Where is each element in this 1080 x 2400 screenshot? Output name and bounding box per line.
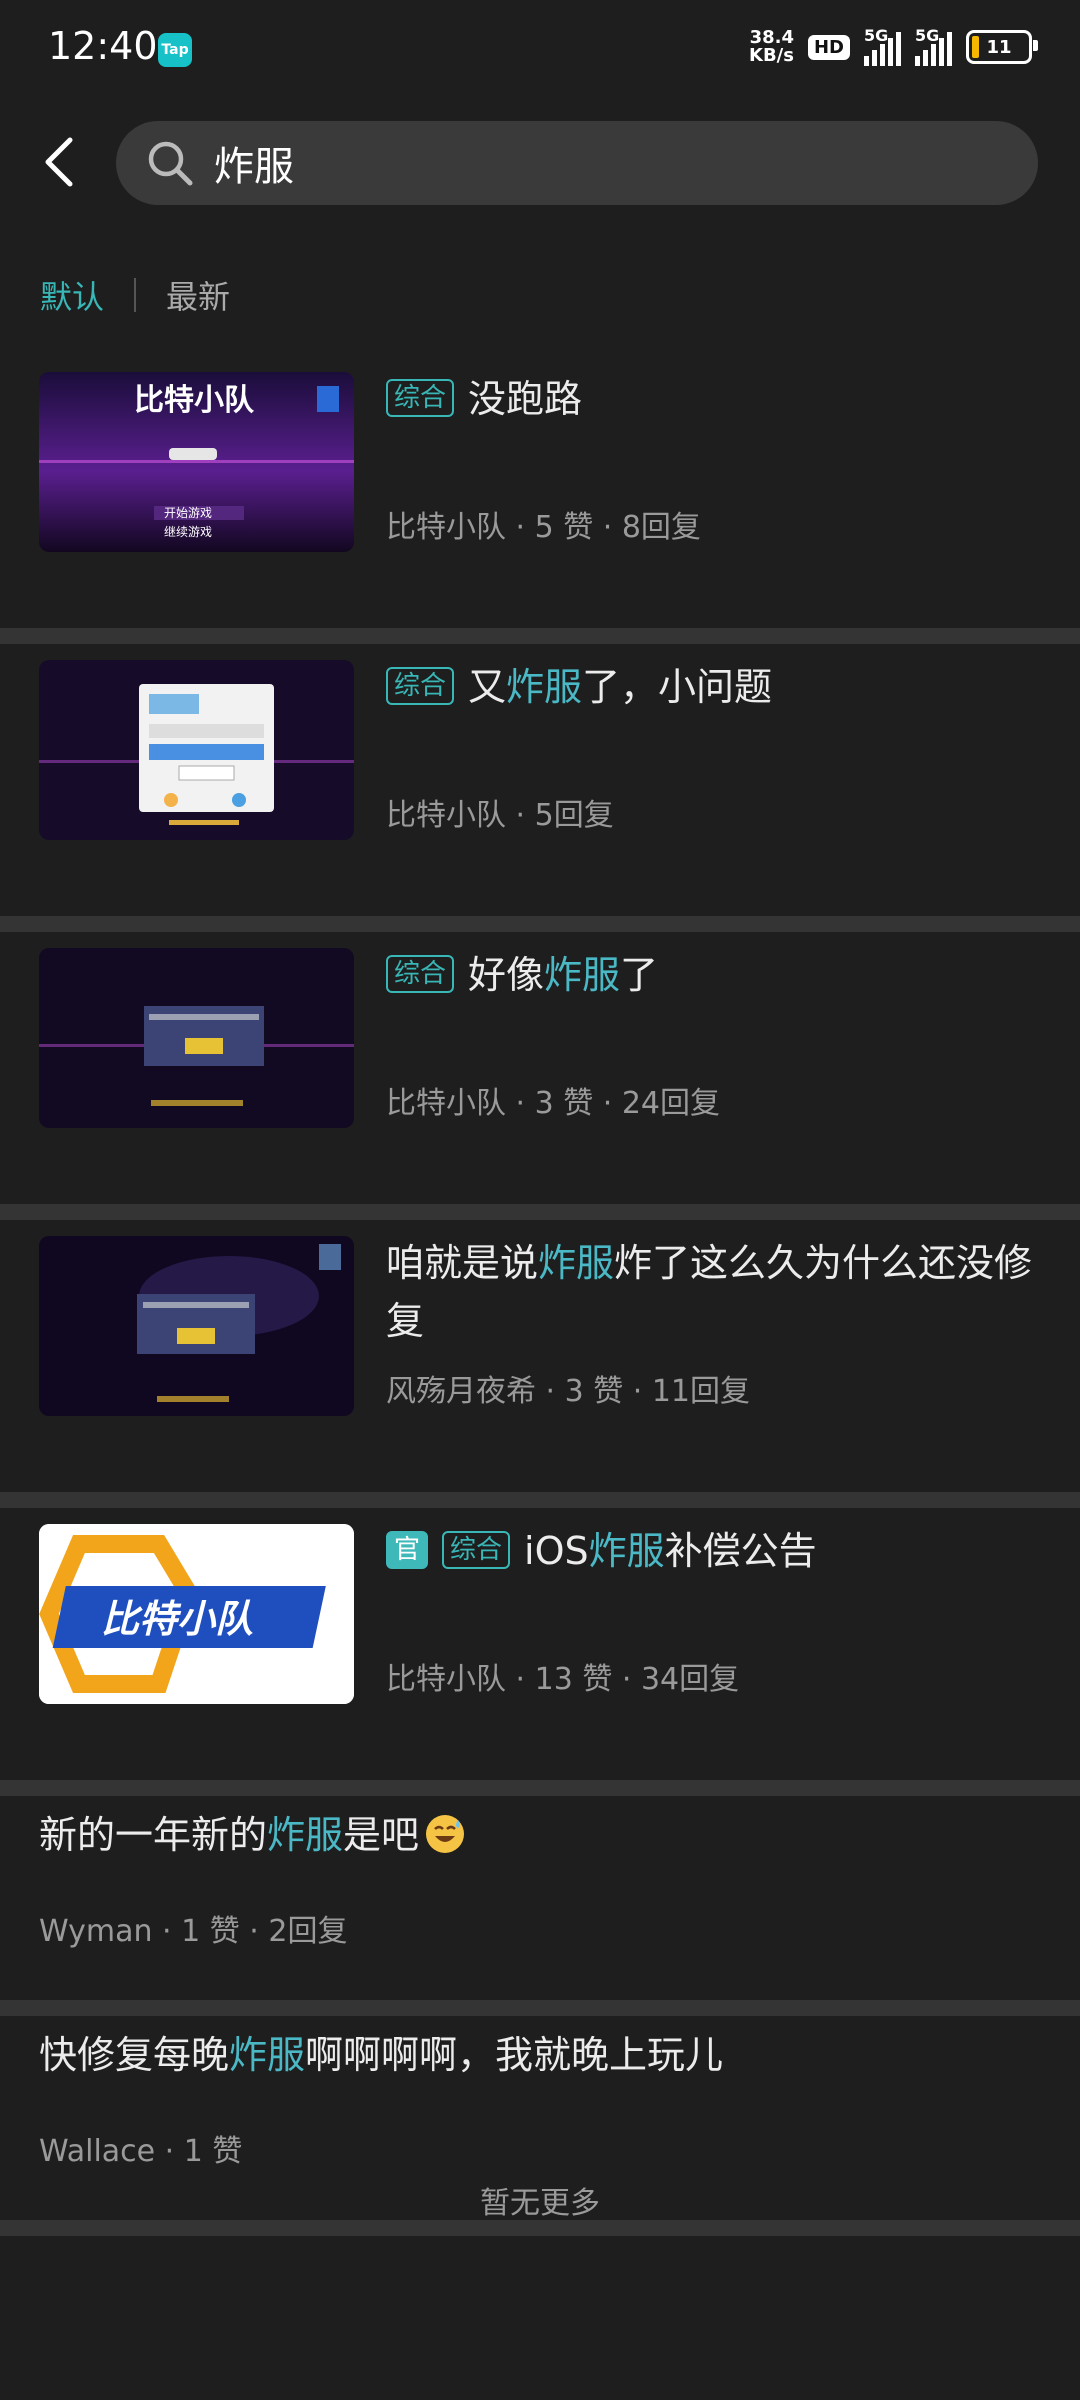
svg-text:继续游戏: 继续游戏 (164, 525, 212, 539)
post-meta: Wyman · 1 赞 · 2回复 (39, 1914, 348, 1949)
reply-count: 8回复 (621, 510, 701, 545)
game-logo-image: 比特小队 (39, 1524, 354, 1704)
post-title: 快修复每晚炸服啊啊啊啊，我就晚上玩儿 (39, 2033, 724, 2077)
category-tag: 综合 (386, 378, 455, 417)
sort-tabs: 默认 最新 (40, 272, 230, 318)
post-title: 综合 好像炸服了 (386, 946, 1040, 1004)
post-title: 综合 又炸服了，小问题 (386, 658, 1040, 716)
end-of-list-text: 暂无更多 (480, 2186, 600, 2221)
post-item[interactable]: 比特小队 官综合 iOS炸服补偿公告 比特小队 · 13 赞 · 34回复 (0, 1522, 1080, 1780)
divider (0, 1204, 1080, 1220)
back-button[interactable] (36, 132, 86, 192)
post-item[interactable]: 咱就是说炸服炸了这么久为什么还没修复 风殇月夜希 · 3 赞 · 11回复 (0, 1234, 1080, 1492)
like-count: 13 赞 (534, 1662, 613, 1697)
svg-text:开始游戏: 开始游戏 (164, 506, 212, 520)
category-tag: 综合 (386, 954, 455, 993)
post-meta: 比特小队 · 13 赞 · 34回复 (386, 1662, 740, 1697)
post-thumbnail[interactable] (39, 948, 354, 1128)
sweat-smile-emoji-icon (426, 1815, 465, 1853)
post-item[interactable]: 综合 又炸服了，小问题 比特小队 · 5回复 (0, 658, 1080, 916)
error-dialog-screen-image (39, 948, 354, 1128)
author-name[interactable]: Wallace (39, 2134, 155, 2169)
tab-divider (134, 278, 137, 312)
category-tag: 综合 (442, 1530, 511, 1569)
divider (0, 1780, 1080, 1796)
reply-count: 5回复 (534, 798, 614, 833)
like-count: 1 赞 (183, 2134, 243, 2169)
status-time: 12:40 (48, 24, 158, 68)
divider (0, 1492, 1080, 1508)
reply-count: 24回复 (621, 1086, 721, 1121)
signal-icon-1: 5G (864, 26, 901, 66)
author-name[interactable]: Wyman (39, 1914, 153, 1949)
author-name[interactable]: 比特小队 (386, 798, 506, 833)
status-indicators: 38.4 KB/s HD 5G 5G 11 (749, 26, 1038, 66)
tab-default[interactable]: 默认 (40, 272, 104, 318)
network-speed: 38.4 KB/s (749, 27, 794, 66)
hd-voice-icon: HD (807, 34, 850, 60)
divider (0, 628, 1080, 644)
divider (0, 916, 1080, 932)
like-count: 5 赞 (534, 510, 594, 545)
author-name[interactable]: 风殇月夜希 (386, 1374, 536, 1409)
like-count: 3 赞 (564, 1374, 624, 1409)
post-item[interactable]: 综合 好像炸服了 比特小队 · 3 赞 · 24回复 (0, 946, 1080, 1204)
search-results-list: 比特小队 开始游戏 继续游戏 综合 没跑路 比特小队 · 5 赞 · 8回复 综… (0, 370, 1080, 2236)
search-bar[interactable] (116, 121, 1038, 205)
error-dialog-screen-image (39, 1236, 354, 1416)
official-badge: 官 (386, 1530, 429, 1569)
author-name[interactable]: 比特小队 (386, 510, 506, 545)
battery-icon: 11 (966, 30, 1038, 64)
logo-text: 比特小队 (101, 1597, 253, 1641)
status-bar: 12:40 Tap 38.4 KB/s HD 5G 5G 11 (0, 0, 1080, 100)
game-start-screen-image: 比特小队 开始游戏 继续游戏 (39, 372, 354, 552)
post-item[interactable]: 新的一年新的炸服是吧 Wyman · 1 赞 · 2回复 (0, 1796, 1080, 2000)
author-name[interactable]: 比特小队 (386, 1086, 506, 1121)
author-name[interactable]: 比特小队 (386, 1662, 506, 1697)
search-input[interactable] (212, 139, 916, 187)
reply-count: 11回复 (651, 1374, 751, 1409)
back-arrow-icon (45, 137, 73, 187)
signal-icon-2: 5G (915, 26, 952, 66)
search-icon (148, 141, 193, 186)
taptap-notification-icon: Tap (158, 33, 192, 67)
post-meta: 比特小队 · 5 赞 · 8回复 (386, 510, 701, 545)
game-title-text: 比特小队 (134, 383, 255, 418)
post-title: 咱就是说炸服炸了这么久为什么还没修复 (386, 1241, 1033, 1343)
divider (0, 2000, 1080, 2016)
post-title: 新的一年新的炸服是吧 (39, 1806, 1040, 1864)
post-meta: 比特小队 · 3 赞 · 24回复 (386, 1086, 721, 1121)
reply-count: 34回复 (640, 1662, 740, 1697)
post-meta: 风殇月夜希 · 3 赞 · 11回复 (386, 1374, 751, 1409)
post-thumbnail[interactable]: 比特小队 开始游戏 继续游戏 (39, 372, 354, 552)
like-count: 1 赞 (181, 1914, 240, 1949)
login-dialog-screen-image (39, 660, 354, 840)
reply-count: 2回复 (268, 1914, 348, 1949)
post-thumbnail[interactable]: 比特小队 (39, 1524, 354, 1704)
category-tag: 综合 (386, 666, 455, 705)
like-count: 3 赞 (534, 1086, 594, 1121)
post-meta: 比特小队 · 5回复 (386, 798, 614, 833)
post-meta: Wallace · 1 赞 (39, 2134, 243, 2169)
post-item[interactable]: 比特小队 开始游戏 继续游戏 综合 没跑路 比特小队 · 5 赞 · 8回复 (0, 370, 1080, 628)
post-title: 官综合 iOS炸服补偿公告 (386, 1522, 1040, 1580)
post-title: 综合 没跑路 (386, 370, 1040, 428)
tab-latest[interactable]: 最新 (166, 272, 230, 318)
post-thumbnail[interactable] (39, 1236, 354, 1416)
post-thumbnail[interactable] (39, 660, 354, 840)
divider (0, 2220, 1080, 2236)
